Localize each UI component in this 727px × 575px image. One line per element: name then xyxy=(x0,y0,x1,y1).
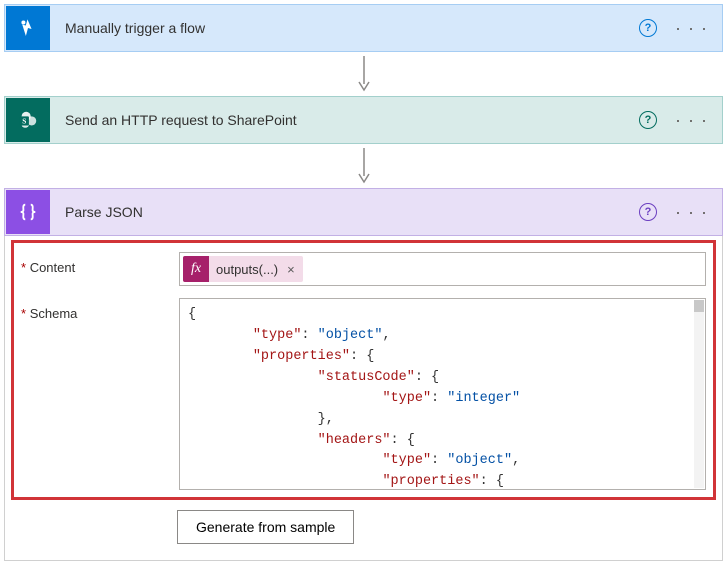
step-parsejson-card[interactable]: Parse JSON ? · · · xyxy=(4,188,723,236)
more-menu-icon[interactable]: · · · xyxy=(675,202,708,223)
expression-token[interactable]: fx outputs(...) × xyxy=(183,256,303,282)
token-remove-icon[interactable]: × xyxy=(285,262,303,277)
step-trigger-card[interactable]: Manually trigger a flow ? · · · xyxy=(4,4,723,52)
connector-arrow xyxy=(4,52,723,96)
step-sharepoint-title: Send an HTTP request to SharePoint xyxy=(51,112,639,128)
help-icon[interactable]: ? xyxy=(639,203,657,221)
step-parsejson-title: Parse JSON xyxy=(51,204,639,220)
parsejson-body: * Content fx outputs(...) × * Schema { "… xyxy=(4,236,723,561)
help-icon[interactable]: ? xyxy=(639,111,657,129)
more-menu-icon[interactable]: · · · xyxy=(675,18,708,39)
schema-field-row: * Schema { "type": "object", "properties… xyxy=(21,298,706,490)
content-label: * Content xyxy=(21,252,179,286)
highlighted-region: * Content fx outputs(...) × * Schema { "… xyxy=(13,242,714,498)
content-field-row: * Content fx outputs(...) × xyxy=(21,252,706,286)
schema-textarea[interactable]: { "type": "object", "properties": { "sta… xyxy=(179,298,706,490)
svg-text:S: S xyxy=(22,117,26,126)
sharepoint-icon: S xyxy=(6,98,50,142)
button-row: Generate from sample xyxy=(19,510,708,544)
step-trigger-title: Manually trigger a flow xyxy=(51,20,639,36)
schema-label: * Schema xyxy=(21,298,179,490)
fx-icon: fx xyxy=(183,256,209,282)
token-text: outputs(...) xyxy=(209,262,285,277)
trigger-icon xyxy=(6,6,50,50)
flow-designer-canvas: Manually trigger a flow ? · · · S Send a… xyxy=(4,4,723,561)
generate-from-sample-button[interactable]: Generate from sample xyxy=(177,510,354,544)
help-icon[interactable]: ? xyxy=(639,19,657,37)
parsejson-icon xyxy=(6,190,50,234)
connector-arrow xyxy=(4,144,723,188)
step-sharepoint-card[interactable]: S Send an HTTP request to SharePoint ? ·… xyxy=(4,96,723,144)
content-input[interactable]: fx outputs(...) × xyxy=(179,252,706,286)
more-menu-icon[interactable]: · · · xyxy=(675,110,708,131)
